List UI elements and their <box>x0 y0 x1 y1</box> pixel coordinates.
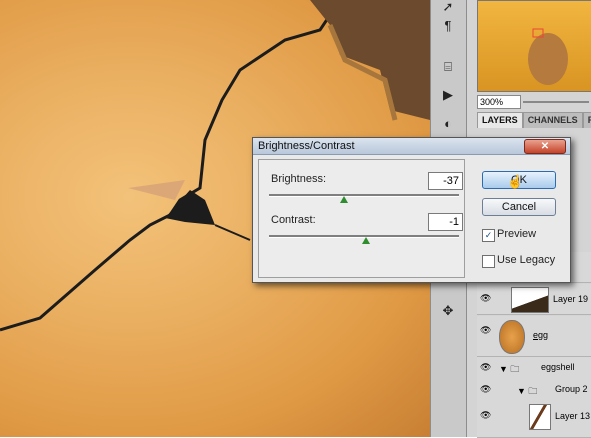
dialog-title[interactable]: Brightness/Contrast <box>253 138 570 155</box>
panel-tabs: LAYERS CHANNELS P <box>477 112 591 128</box>
layer-row[interactable]: 👁 egg <box>477 316 591 357</box>
tab-layers[interactable]: LAYERS <box>477 112 523 128</box>
contrast-slider-thumb[interactable] <box>362 237 370 244</box>
layer-thumbnail <box>511 287 549 313</box>
cancel-button[interactable]: Cancel <box>482 198 556 216</box>
brightness-input[interactable]: -37 <box>428 172 463 190</box>
eye-icon[interactable]: 👁 <box>480 384 491 395</box>
preview-label: Preview <box>497 228 537 240</box>
brightness-slider-thumb[interactable] <box>340 196 348 203</box>
eye-icon[interactable]: 👁 <box>480 293 491 304</box>
layer-row[interactable]: 👁 ▼ 🗀 eggshell <box>477 357 591 380</box>
layer-thumbnail <box>499 320 525 354</box>
layer-name: egg <box>533 330 549 340</box>
preview-checkbox[interactable]: ✓ <box>482 229 495 242</box>
contrast-label: Contrast: <box>271 214 316 226</box>
layer-name: Layer 13 <box>555 411 591 421</box>
tab-paths[interactable]: P <box>582 112 591 128</box>
zoom-level[interactable]: 300% <box>477 95 521 109</box>
folder-icon: ▼ 🗀 <box>517 386 538 396</box>
use-legacy-label: Use Legacy <box>497 254 556 266</box>
use-legacy-checkbox[interactable] <box>482 255 495 268</box>
layer-name: eggshell <box>541 362 575 372</box>
layer-row[interactable]: 👁 Layer 19 <box>477 284 591 315</box>
navigator-thumbnail[interactable] <box>477 0 591 92</box>
tab-channels[interactable]: CHANNELS <box>522 112 583 128</box>
hand-cursor-icon: ☝ <box>507 174 524 189</box>
zoom-slider[interactable] <box>523 101 589 103</box>
brightness-label: Brightness: <box>271 173 327 185</box>
layer-name: Group 2 <box>555 384 588 394</box>
paragraph-icon[interactable]: ¶ <box>437 14 459 36</box>
folder-icon: ▼ 🗀 <box>499 364 520 374</box>
eye-icon[interactable]: 👁 <box>480 410 491 421</box>
brightness-contrast-dialog: Brightness/Contrast ✕ Brightness: -37 Co… <box>252 137 571 283</box>
layer-name: Layer 19 <box>553 294 589 304</box>
layer-row[interactable]: 👁 Layer 13 <box>477 401 591 438</box>
brightness-slider[interactable] <box>269 194 459 197</box>
adjustment-group: Brightness: -37 Contrast: -1 <box>258 159 465 278</box>
play-icon[interactable]: ▶ <box>437 84 459 106</box>
layer-row[interactable]: 👁 ▼ 🗀 Group 2 <box>477 379 591 402</box>
eye-icon[interactable]: 👁 <box>480 362 491 373</box>
close-button[interactable]: ✕ <box>524 139 566 154</box>
brush-icon[interactable]: ◐ <box>437 112 459 134</box>
layer-thumbnail <box>529 404 551 430</box>
layer-tool-icon[interactable]: ✥ <box>437 300 459 322</box>
contrast-input[interactable]: -1 <box>428 213 463 231</box>
note-icon[interactable]: ⌸ <box>437 56 459 78</box>
eye-icon[interactable]: 👁 <box>480 325 491 336</box>
